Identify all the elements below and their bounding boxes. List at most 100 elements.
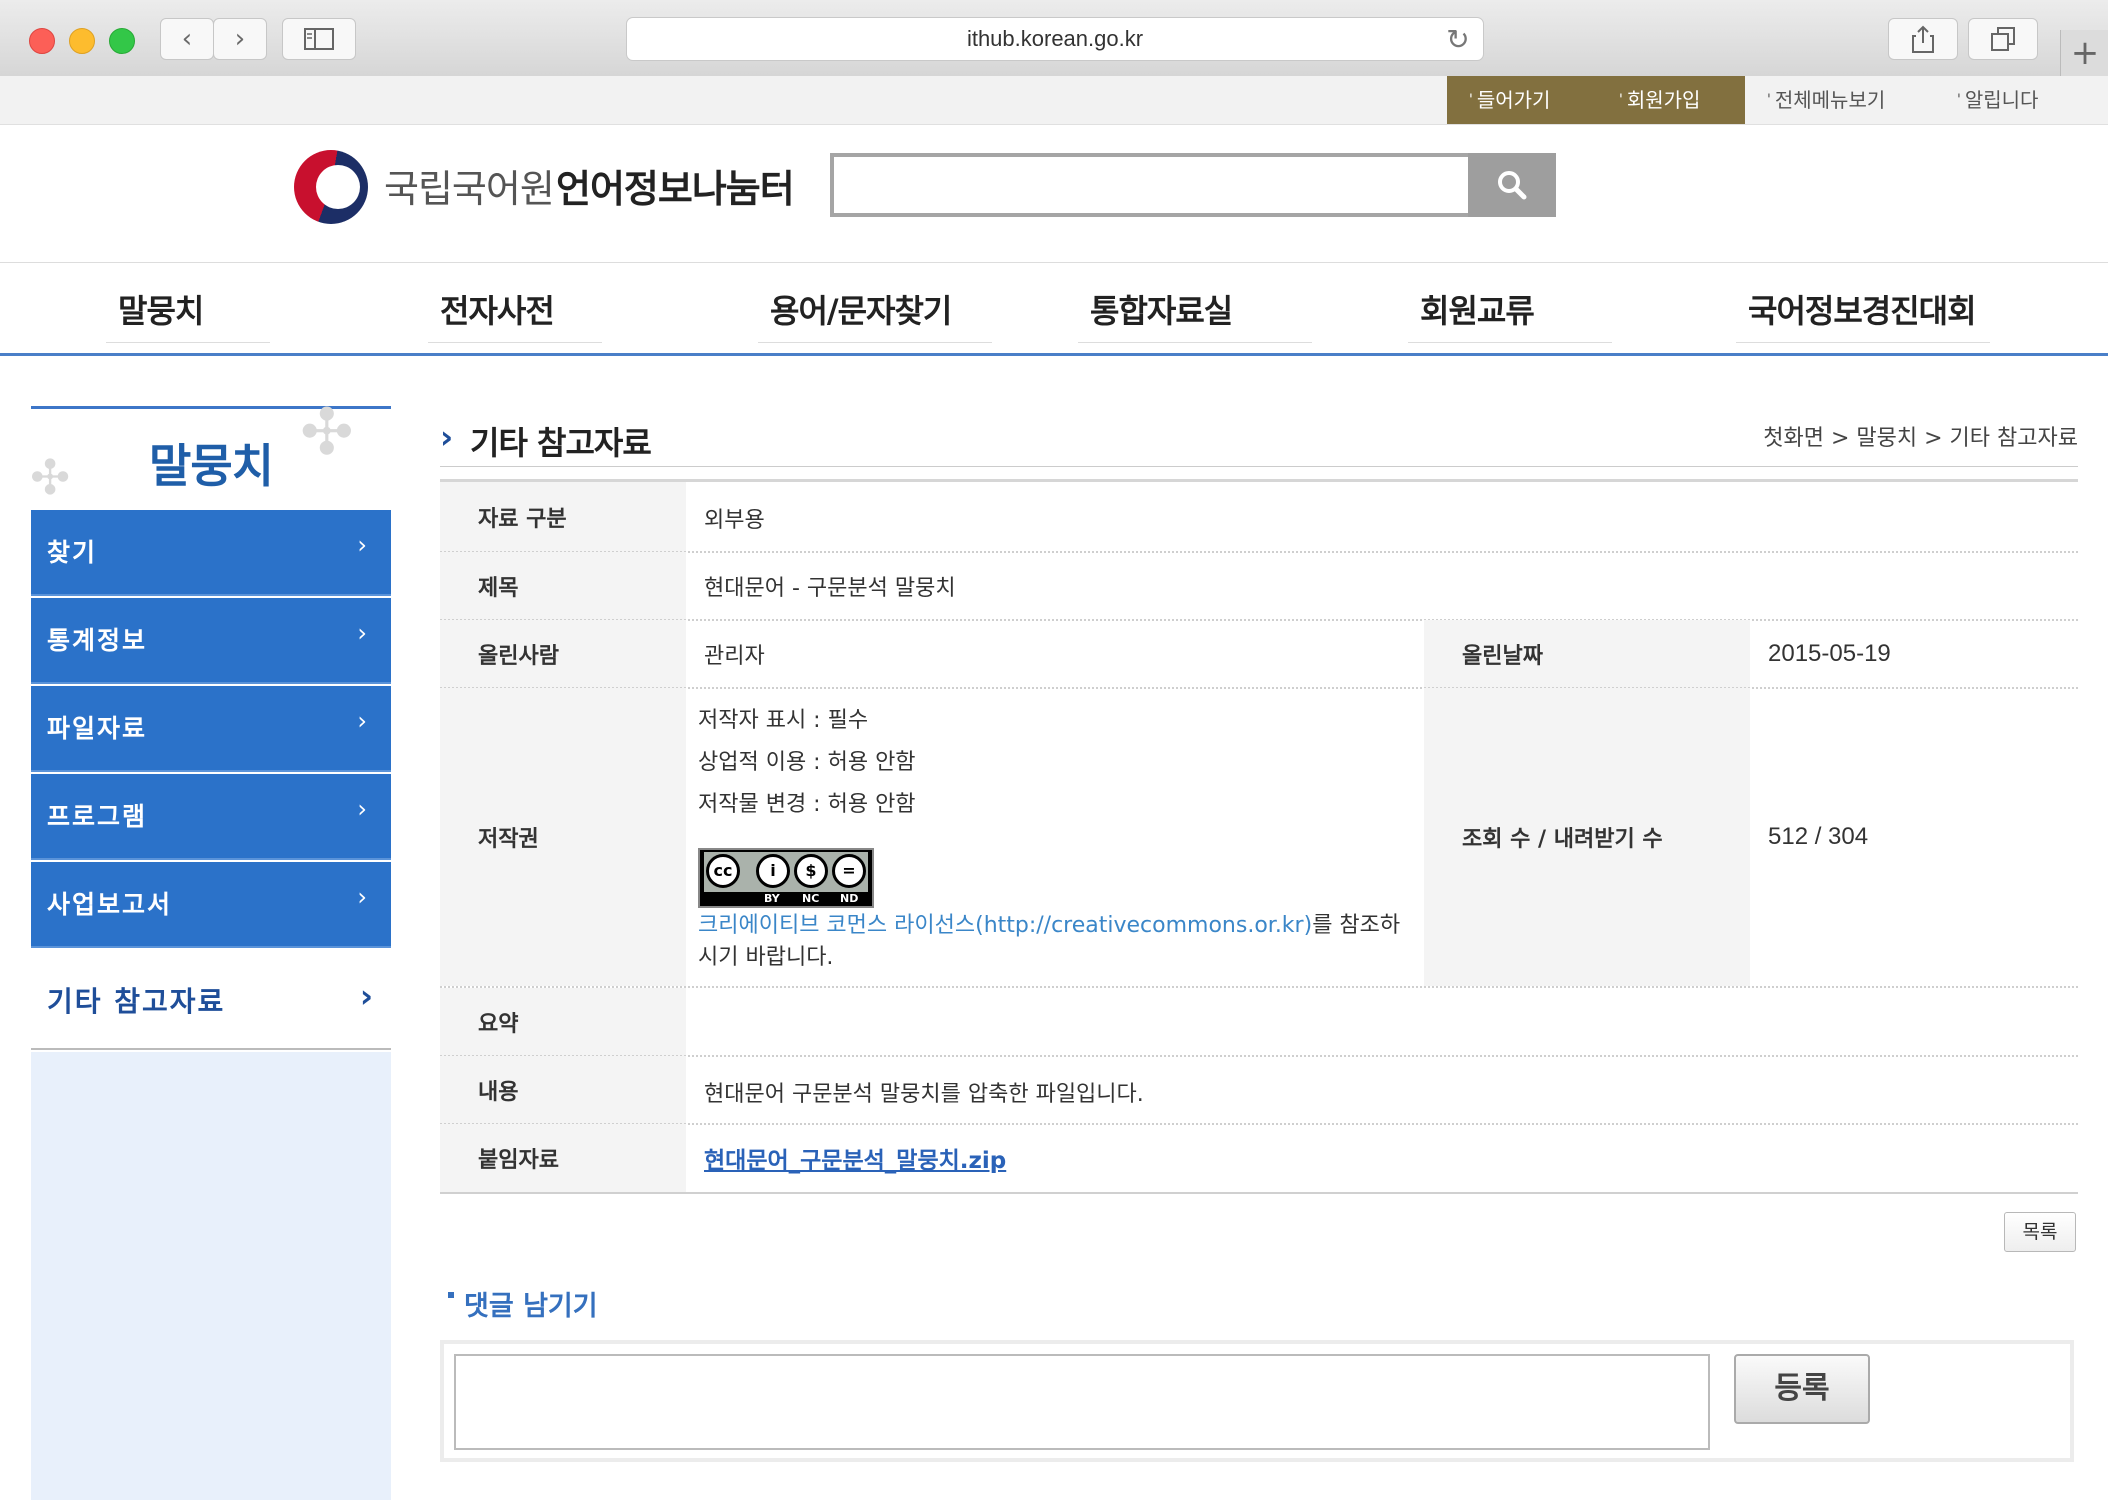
chevron-right-icon: ›	[359, 977, 375, 1015]
sidebar-item-search[interactable]: 찾기 ›	[31, 510, 391, 596]
subject-value: 현대문어 - 구문분석 말뭉치	[704, 576, 956, 601]
signup-link[interactable]: ' 회원가입	[1595, 76, 1745, 124]
chevron-right-icon: ›	[440, 418, 454, 456]
chevron-right-icon: ›	[234, 24, 246, 54]
sidebar-toggle-button[interactable]	[282, 18, 356, 60]
divider	[440, 466, 2078, 467]
sidebar-item-statistics[interactable]: 통계정보 ›	[31, 598, 391, 684]
nav-contest[interactable]: 국어정보경진대회	[1736, 286, 1990, 343]
search-input[interactable]	[830, 153, 1468, 217]
cc-license-link[interactable]: 크리에이티브 코먼스 라이선스(http://creativecommons.o…	[698, 913, 1312, 938]
chevron-left-icon: ‹	[181, 24, 193, 54]
logo-center	[316, 165, 360, 209]
subject-label: 제목	[440, 552, 686, 620]
content-label: 내용	[440, 1056, 686, 1124]
sidebar-item-label: 통계정보	[47, 626, 148, 655]
uploader-label: 올린사람	[440, 620, 686, 688]
tabs-overview-button[interactable]	[1968, 18, 2038, 60]
org-name: 국립국어원	[384, 167, 555, 211]
forward-button[interactable]: ›	[213, 18, 267, 60]
login-label: 들어가기	[1476, 88, 1551, 112]
sidebar-item-other-references[interactable]: 기타 참고자료 ›	[31, 954, 391, 1050]
copyright-derivatives: 저작물 변경 : 허용 안함	[698, 792, 916, 817]
comment-title-label: 댓글 남기기	[464, 1291, 598, 1322]
uploader-value: 관리자	[704, 644, 765, 669]
comment-input[interactable]	[454, 1354, 1710, 1450]
list-button[interactable]: 목록	[2004, 1212, 2076, 1252]
attachment-cell: 현대문어_구문분석_말뭉치.zip	[686, 1124, 2078, 1192]
date-label: 올린날짜	[1424, 620, 1750, 688]
content-value: 현대문어 구문분석 말뭉치를 압축한 파일입니다.	[704, 1082, 1144, 1107]
cc-by-label: BY	[764, 892, 780, 905]
sidebar-item-reports[interactable]: 사업보고서 ›	[31, 862, 391, 948]
nav-corpus[interactable]: 말뭉치	[106, 286, 270, 343]
table-bottom-border	[440, 1192, 2078, 1194]
sitemap-link[interactable]: ' 전체메뉴보기	[1745, 76, 1935, 124]
reload-icon[interactable]: ↻	[1440, 20, 1476, 58]
chevron-right-icon: ›	[357, 531, 369, 559]
summary-value	[686, 988, 2078, 1056]
page-title: 기타 참고자료	[470, 424, 652, 462]
category-value: 외부용	[704, 508, 765, 533]
cc-notice-end: 시기 바랍니다.	[698, 945, 834, 970]
copyright-label: 저작권	[440, 688, 686, 986]
plus-icon: +	[2070, 33, 2100, 73]
copyright-commercial: 상업적 이용 : 허용 안함	[698, 750, 916, 775]
address-bar[interactable]: ithub.korean.go.kr	[626, 17, 1484, 61]
summary-label: 요약	[440, 988, 686, 1056]
new-tab-button[interactable]: +	[2060, 30, 2108, 76]
share-button[interactable]	[1888, 18, 1958, 60]
category-label: 자료 구분	[440, 482, 686, 552]
breadcrumb: 첫화면 > 말뭉치 > 기타 참고자료	[1763, 426, 2078, 451]
nav-dictionary[interactable]: 전자사전	[428, 286, 602, 343]
sitemap-label: 전체메뉴보기	[1774, 88, 1886, 112]
sidebar-item-programs[interactable]: 프로그램 ›	[31, 774, 391, 860]
copyright-attribution: 저작자 표시 : 필수	[698, 708, 869, 733]
chevron-right-icon: ›	[357, 795, 369, 823]
sidebar-item-label: 사업보고서	[47, 890, 173, 919]
sidebar-item-label: 찾기	[47, 538, 98, 567]
attachment-download-link[interactable]: 현대문어_구문분석_말뭉치.zip	[704, 1141, 1006, 1175]
bullet-icon	[448, 1292, 454, 1298]
share-icon	[1912, 25, 1934, 53]
search-icon	[1498, 171, 1527, 200]
notice-link[interactable]: ' 알립니다	[1935, 76, 2085, 124]
noderivatives-icon: =	[832, 854, 866, 888]
signup-label: 회원가입	[1626, 88, 1701, 112]
nav-archive[interactable]: 통합자료실	[1078, 286, 1312, 343]
attribution-icon: i	[756, 854, 790, 888]
site-name[interactable]: 언어정보나눔터	[556, 158, 795, 213]
close-window-button[interactable]	[29, 28, 55, 54]
minimize-window-button[interactable]	[69, 28, 95, 54]
nav-term-search[interactable]: 용어/문자찾기	[758, 286, 992, 343]
register-comment-button[interactable]: 등록	[1734, 1354, 1870, 1424]
date-value: 2015-05-19	[1768, 640, 1891, 667]
chevron-right-icon: ›	[357, 707, 369, 735]
nav-community[interactable]: 회원교류	[1408, 286, 1612, 343]
sidebar-icon	[304, 28, 334, 50]
back-button[interactable]: ‹	[160, 18, 214, 60]
notice-label: 알립니다	[1964, 88, 2039, 112]
search-button[interactable]	[1468, 153, 1556, 217]
login-link[interactable]: ' 들어가기	[1447, 76, 1595, 124]
sidebar-background	[31, 1052, 391, 1500]
zoom-window-button[interactable]	[109, 28, 135, 54]
sidebar-item-label: 파일자료	[47, 714, 148, 743]
sidebar-item-files[interactable]: 파일자료 ›	[31, 686, 391, 772]
cc-icon: cc	[706, 854, 740, 888]
cc-notice: 크리에이티브 코먼스 라이선스(http://creativecommons.o…	[698, 910, 1410, 974]
views-label: 조회 수 / 내려받기 수	[1424, 688, 1750, 986]
chevron-right-icon: ›	[357, 619, 369, 647]
sidebar-item-label: 프로그램	[47, 802, 148, 831]
comment-section-title: 댓글 남기기	[448, 1284, 598, 1323]
cc-nc-label: NC	[802, 892, 820, 905]
chevron-right-icon: ›	[357, 883, 369, 911]
cc-notice-suffix: 를 참조하	[1312, 913, 1401, 938]
sidebar-item-label: 기타 참고자료	[47, 985, 226, 1018]
cc-license-badge: cc i $ = BY NC ND	[698, 848, 874, 908]
cc-nd-label: ND	[840, 892, 859, 905]
tabs-icon	[1991, 27, 2015, 51]
attachment-label: 붙임자료	[440, 1124, 686, 1192]
noncommercial-icon: $	[794, 854, 828, 888]
sidebar-title: 말뭉치	[149, 439, 274, 493]
